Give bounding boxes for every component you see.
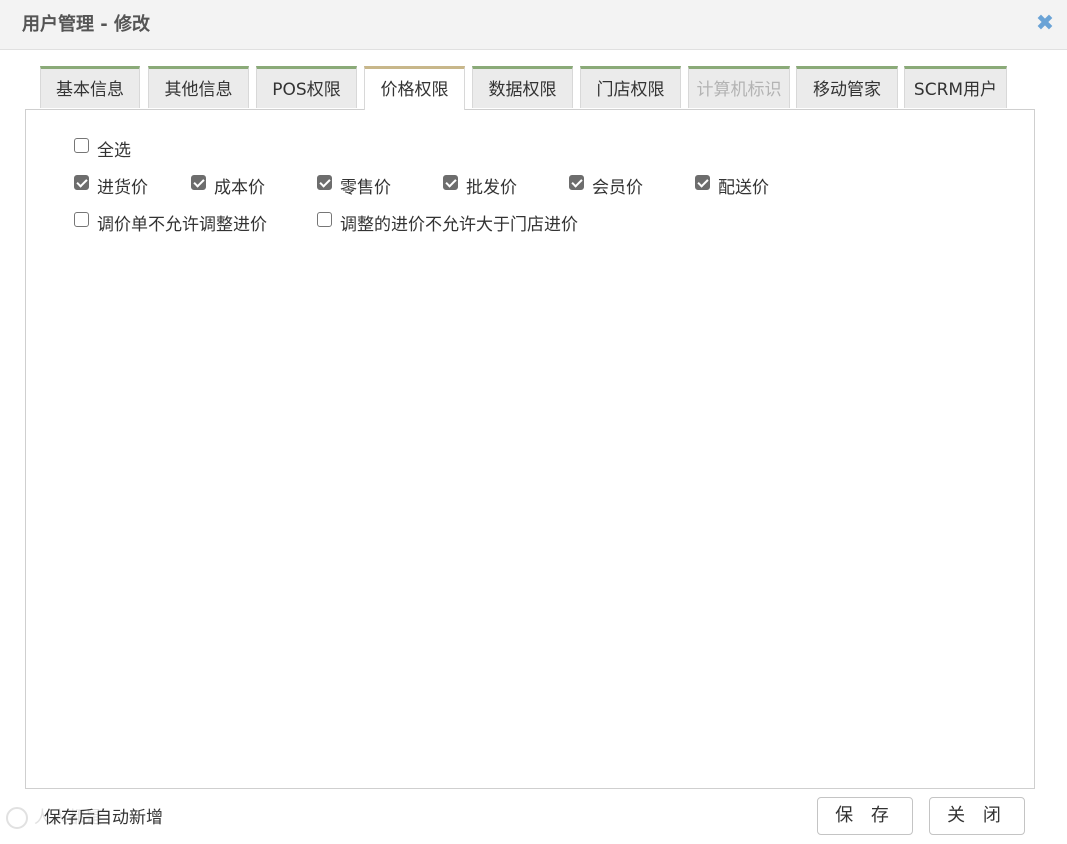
member-price-label: 会员价 [592,177,643,198]
cost-price-label: 成本价 [214,177,265,198]
close-icon[interactable]: ✖ [1034,12,1056,36]
purchase-price-box[interactable] [74,174,89,190]
member-price-box[interactable] [569,174,584,190]
retail-price-box[interactable] [317,174,332,190]
auto-new-after-save-label: 保存后自动新增 [44,808,163,828]
purchase-price-cap-label: 调整的进价不允许大于门店进价 [340,214,578,235]
tab-basic-info[interactable]: 基本信息 [40,66,140,108]
delivery-price-label: 配送价 [718,177,769,198]
delivery-price-box[interactable] [695,174,710,190]
cost-price-box[interactable] [191,174,206,190]
purchase-price-label: 进货价 [97,177,148,198]
tab-price-permissions[interactable]: 价格权限 [364,66,465,110]
checkbox-purchase-price[interactable]: 进货价 [74,173,148,198]
watermark-logo-icon [6,807,28,829]
price-permissions-panel: 全选 进货价 成本价 零售价 批发价 会员价 配送价 调价单不允许调整进价 调整… [25,109,1035,789]
select-all-box[interactable] [74,137,89,153]
tab-pos-permissions[interactable]: POS权限 [256,66,357,108]
adjust-no-purchase-price-box[interactable] [74,211,89,227]
tab-computer-id: 计算机标识 [688,66,790,108]
checkbox-retail-price[interactable]: 零售价 [317,173,391,198]
close-button[interactable]: 关 闭 [929,797,1025,835]
select-all-checkbox[interactable]: 全选 [74,136,131,161]
tab-mobile-manager[interactable]: 移动管家 [796,66,898,108]
dialog-titlebar: 用户管理 - 修改 ✖ [0,0,1067,50]
select-all-label: 全选 [97,140,131,161]
checkbox-purchase-price-cap[interactable]: 调整的进价不允许大于门店进价 [317,210,578,235]
save-button[interactable]: 保 存 [817,797,913,835]
wholesale-price-box[interactable] [443,174,458,190]
checkbox-delivery-price[interactable]: 配送价 [695,173,769,198]
checkbox-cost-price[interactable]: 成本价 [191,173,265,198]
checkbox-member-price[interactable]: 会员价 [569,173,643,198]
purchase-price-cap-box[interactable] [317,211,332,227]
tab-data-permissions[interactable]: 数据权限 [472,66,573,108]
tab-other-info[interactable]: 其他信息 [148,66,249,108]
retail-price-label: 零售价 [340,177,391,198]
tab-store-permissions[interactable]: 门店权限 [580,66,681,108]
tab-scrm-user[interactable]: SCRM用户 [904,66,1007,108]
dialog-title: 用户管理 - 修改 [22,14,151,35]
checkbox-adjust-no-purchase-price[interactable]: 调价单不允许调整进价 [74,210,267,235]
adjust-no-purchase-price-label: 调价单不允许调整进价 [97,214,267,235]
wholesale-price-label: 批发价 [466,177,517,198]
checkbox-wholesale-price[interactable]: 批发价 [443,173,517,198]
